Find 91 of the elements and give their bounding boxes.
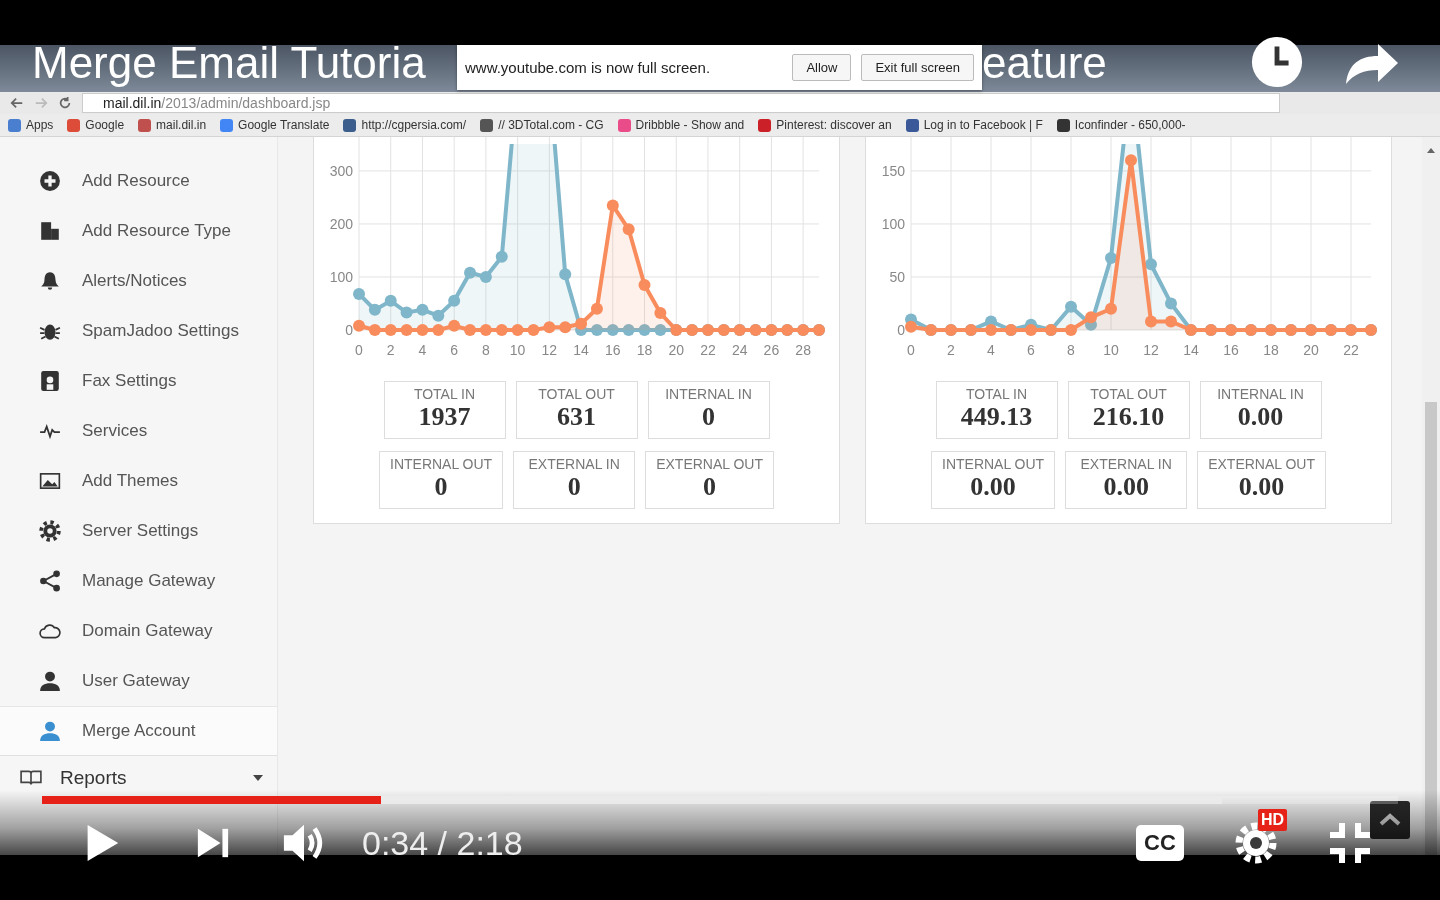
sidebar-item[interactable]: Add Resource xyxy=(0,156,277,206)
bookmark[interactable]: Pinterest: discover an xyxy=(758,118,892,132)
axis-label: 16 xyxy=(1223,342,1239,358)
axis-label: 18 xyxy=(1263,342,1279,358)
sidebar-item[interactable]: Alerts/Notices xyxy=(0,256,277,306)
axis-label: 6 xyxy=(1027,342,1035,358)
axis-label: 14 xyxy=(1183,342,1199,358)
axis-label: 16 xyxy=(605,342,621,358)
axis-label: 12 xyxy=(1143,342,1159,358)
stat-value: 0 xyxy=(434,472,448,502)
address-field[interactable]: mail.dil.in/2013/admin/dashboard.jsp xyxy=(82,93,1280,113)
stat-value: 449.13 xyxy=(960,402,1033,432)
axis-label: 24 xyxy=(731,342,748,358)
stat-label: TOTAL IN xyxy=(413,386,476,402)
stat-value: 216.10 xyxy=(1092,402,1165,432)
sidebar-item[interactable]: Add Themes xyxy=(0,456,277,506)
bookmark[interactable]: Log in to Facebook | F xyxy=(905,118,1043,132)
axis-label: 8 xyxy=(1067,342,1075,358)
axis-label: 18 xyxy=(636,342,653,358)
stat-label: EXTERNAL OUT xyxy=(1208,456,1315,472)
notice-button[interactable]: Allow xyxy=(792,54,852,81)
axis-label: 22 xyxy=(700,342,716,358)
sidebar-item[interactable]: Manage Gateway xyxy=(0,556,277,606)
stat-label: EXTERNAL IN xyxy=(528,456,620,472)
sidebar-item[interactable]: Domain Gateway xyxy=(0,606,277,656)
stat-label: INTERNAL IN xyxy=(1217,386,1304,402)
sidebar-item[interactable]: Server Settings xyxy=(0,506,277,556)
bookmark[interactable]: mail.dil.in xyxy=(138,118,207,132)
sidebar-item[interactable]: User Gateway xyxy=(0,656,277,706)
stat-label: TOTAL IN xyxy=(965,386,1028,402)
bookmark[interactable]: Dribbble - Show and xyxy=(617,118,745,132)
axis-label: 4 xyxy=(987,342,995,358)
stat-value: 0 xyxy=(702,402,715,432)
bookmark[interactable]: Google xyxy=(67,118,125,132)
axis-label: 0 xyxy=(355,342,363,358)
axis-label: 26 xyxy=(763,342,780,358)
axis-label: 150 xyxy=(881,162,905,179)
bookmark[interactable]: http://cgpersia.com/ xyxy=(343,118,467,132)
stat-value: 0 xyxy=(703,472,717,502)
axis-label: 0 xyxy=(907,342,915,358)
axis-label: 300 xyxy=(329,162,353,179)
stat-label: TOTAL OUT xyxy=(538,386,615,402)
axis-label: 0 xyxy=(897,322,905,338)
captions-button[interactable]: CC xyxy=(1136,825,1184,861)
bookmark[interactable]: Iconfinder - 650,000- xyxy=(1056,118,1186,132)
sidebar-item[interactable]: Merge Account xyxy=(0,706,277,756)
sidebar-item[interactable]: Add Resource Type xyxy=(0,206,277,256)
stat-value: 0.00 xyxy=(1238,472,1285,502)
stat-label: TOTAL OUT xyxy=(1090,386,1167,402)
video-title: Merge Email Tutoria xyxy=(32,38,426,88)
sidebar-section[interactable]: Reports xyxy=(0,756,277,800)
axis-label: 2 xyxy=(386,342,395,358)
axis-label: 4 xyxy=(418,342,427,358)
sidebar-item[interactable]: SpamJadoo Settings xyxy=(0,306,277,356)
stat-value: 0.00 xyxy=(970,472,1016,502)
axis-label: 12 xyxy=(541,342,558,358)
stat-label: EXTERNAL OUT xyxy=(656,456,763,472)
stat-label: INTERNAL OUT xyxy=(942,456,1045,472)
axis-label: 2 xyxy=(947,342,955,358)
stat-value: 631 xyxy=(557,402,596,432)
axis-label: 0 xyxy=(345,322,353,338)
stat-value: 1937 xyxy=(418,402,471,432)
sidebar-item[interactable]: Services xyxy=(0,406,277,456)
axis-label: 8 xyxy=(482,342,490,358)
bookmark[interactable]: // 3DTotal.com - CG xyxy=(480,118,604,132)
notice-button[interactable]: Exit full screen xyxy=(861,54,974,81)
time-display: 0:34 / 2:18 xyxy=(362,823,523,863)
stat-value: 0.00 xyxy=(1103,472,1149,502)
axis-label: 100 xyxy=(329,269,353,285)
axis-label: 14 xyxy=(573,342,589,358)
axis-label: 22 xyxy=(1343,342,1359,358)
stat-value: 0.00 xyxy=(1237,402,1284,432)
bookmark[interactable]: Apps xyxy=(8,118,54,132)
axis-label: 50 xyxy=(889,269,905,285)
hd-badge: HD xyxy=(1258,809,1288,831)
sidebar-item[interactable]: Fax Settings xyxy=(0,356,277,406)
axis-label: 100 xyxy=(881,215,905,232)
axis-label: 28 xyxy=(795,342,811,358)
axis-label: 6 xyxy=(450,342,459,358)
stat-label: EXTERNAL IN xyxy=(1080,456,1172,472)
axis-label: 10 xyxy=(1103,342,1119,358)
axis-label: 20 xyxy=(668,342,685,358)
axis-label: 20 xyxy=(1303,342,1319,358)
axis-label: 200 xyxy=(329,215,353,232)
stat-label: INTERNAL OUT xyxy=(390,456,493,472)
video-title: eature xyxy=(982,38,1107,88)
notice-text: www.youtube.com is now full screen. xyxy=(465,59,712,76)
axis-label: 10 xyxy=(509,342,526,358)
bookmark[interactable]: Google Translate xyxy=(220,118,330,132)
stat-label: INTERNAL IN xyxy=(665,386,752,402)
stat-value: 0 xyxy=(567,472,581,502)
